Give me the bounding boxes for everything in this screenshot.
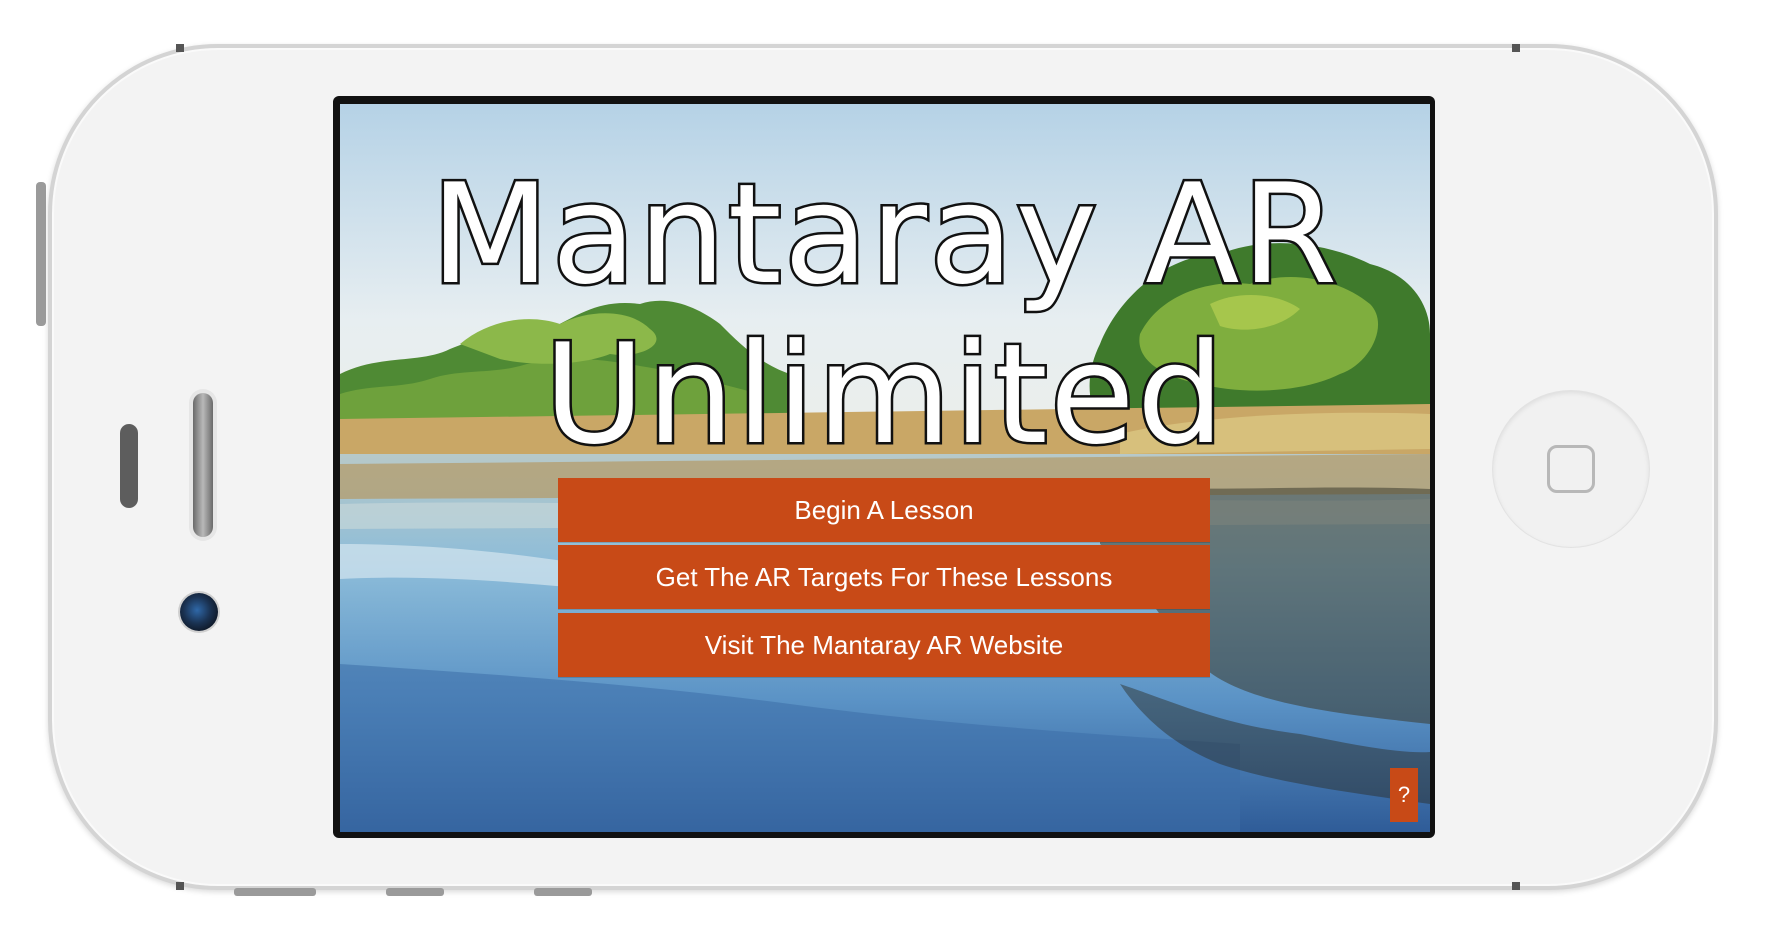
begin-lesson-button[interactable]: Begin A Lesson [558,478,1210,542]
bottom-edge-button [234,888,316,896]
visit-website-button[interactable]: Visit The Mantaray AR Website [558,613,1210,677]
volume-button [36,182,46,326]
earpiece-speaker-icon [193,393,213,537]
bottom-edge-button [386,888,444,896]
title-line-2: Unlimited [544,314,1227,475]
antenna-band [176,44,184,52]
help-button[interactable]: ? [1390,768,1418,822]
antenna-band [1512,44,1520,52]
home-button[interactable] [1493,391,1649,547]
antenna-band [1512,882,1520,890]
bottom-edge-button [534,888,592,896]
get-ar-targets-button[interactable]: Get The AR Targets For These Lessons [558,545,1210,609]
title-line-1: Mantaray AR [431,154,1340,315]
app-title: Mantaray AR Unlimited [428,152,1340,478]
app-screen: Mantaray AR Unlimited Begin A Lesson Get… [340,104,1430,832]
side-slot [120,424,138,508]
front-camera-icon [180,593,218,631]
antenna-band [176,882,184,890]
home-button-icon [1547,445,1595,493]
